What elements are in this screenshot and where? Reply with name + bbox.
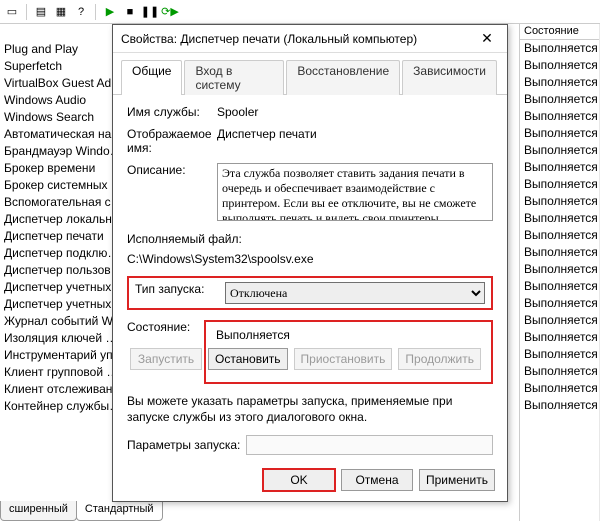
dialog-title: Свойства: Диспетчер печати (Локальный ко… bbox=[121, 32, 475, 46]
service-properties-dialog: Свойства: Диспетчер печати (Локальный ко… bbox=[112, 24, 508, 502]
view-tabs[interactable]: сширенный Стандартный bbox=[0, 501, 162, 521]
state-cell: Выполняется bbox=[520, 142, 599, 159]
divider bbox=[95, 4, 96, 20]
startup-type-select[interactable]: Отключена bbox=[225, 282, 485, 304]
state-cell: Выполняется bbox=[520, 244, 599, 261]
state-column-header[interactable]: Состояние bbox=[520, 24, 599, 40]
tab-logon[interactable]: Вход в систему bbox=[184, 60, 284, 95]
label-startup-type: Тип запуска: bbox=[135, 282, 225, 304]
state-cell: Выполняется bbox=[520, 312, 599, 329]
label-description: Описание: bbox=[127, 163, 217, 224]
state-cell: Выполняется bbox=[520, 295, 599, 312]
state-cell: Выполняется bbox=[520, 74, 599, 91]
tab-recovery[interactable]: Восстановление bbox=[286, 60, 400, 95]
state-cell: Выполняется bbox=[520, 261, 599, 278]
state-cell: Выполняется bbox=[520, 380, 599, 397]
props-icon[interactable]: ▤ bbox=[33, 4, 49, 20]
label-exec-file: Исполняемый файл: bbox=[127, 232, 493, 246]
label-status: Состояние: bbox=[127, 320, 204, 334]
close-icon[interactable]: ✕ bbox=[475, 30, 499, 47]
state-cell: Выполняется bbox=[520, 108, 599, 125]
value-status: Выполняется bbox=[216, 328, 481, 342]
sheet-icon[interactable]: ▭ bbox=[4, 4, 20, 20]
state-cell: Выполняется bbox=[520, 329, 599, 346]
label-display-name: Отображаемое имя: bbox=[127, 127, 217, 155]
tab-extended[interactable]: сширенный bbox=[0, 501, 77, 521]
apply-button[interactable]: Применить bbox=[419, 469, 495, 491]
state-cell: Выполняется bbox=[520, 57, 599, 74]
restart-icon[interactable]: ⟳▶ bbox=[162, 4, 178, 20]
stop-button[interactable]: Остановить bbox=[208, 348, 288, 370]
pause-icon[interactable]: ❚❚ bbox=[142, 4, 158, 20]
state-cell: Выполняется bbox=[520, 159, 599, 176]
state-cell: Выполняется bbox=[520, 227, 599, 244]
tab-standard[interactable]: Стандартный bbox=[76, 501, 163, 521]
stop-icon[interactable]: ■ bbox=[122, 4, 138, 20]
value-exec-file: C:\Windows\System32\spoolsv.exe bbox=[127, 252, 493, 266]
start-button: Запустить bbox=[130, 348, 202, 370]
state-cell: Выполняется bbox=[520, 176, 599, 193]
dialog-tabstrip[interactable]: Общие Вход в систему Восстановление Зави… bbox=[113, 53, 507, 95]
params-hint: Вы можете указать параметры запуска, при… bbox=[127, 394, 493, 425]
play-icon[interactable]: ▶ bbox=[102, 4, 118, 20]
state-column: СостояниеВыполняетсяВыполняетсяВыполняет… bbox=[520, 24, 600, 521]
state-cell: Выполняется bbox=[520, 193, 599, 210]
value-display-name: Диспетчер печати bbox=[217, 127, 493, 155]
value-service-name: Spooler bbox=[217, 105, 493, 119]
main-toolbar: ▭ ▤ ▦ ? ▶ ■ ❚❚ ⟳▶ bbox=[0, 0, 600, 24]
dialog-titlebar[interactable]: Свойства: Диспетчер печати (Локальный ко… bbox=[113, 25, 507, 53]
state-cell: Выполняется bbox=[520, 397, 599, 414]
launch-params-input bbox=[246, 435, 493, 455]
export-icon[interactable]: ▦ bbox=[53, 4, 69, 20]
startup-type-highlight: Тип запуска: Отключена bbox=[127, 276, 493, 310]
state-cell: Выполняется bbox=[520, 125, 599, 142]
description-textarea[interactable]: Эта служба позволяет ставить задания печ… bbox=[217, 163, 493, 221]
label-service-name: Имя службы: bbox=[127, 105, 217, 119]
pause-button: Приостановить bbox=[294, 348, 393, 370]
resume-button: Продолжить bbox=[398, 348, 481, 370]
ok-button[interactable]: OK bbox=[263, 469, 335, 491]
tab-general[interactable]: Общие bbox=[121, 60, 182, 95]
state-cell: Выполняется bbox=[520, 346, 599, 363]
label-launch-params: Параметры запуска: bbox=[127, 438, 240, 452]
state-cell: Выполняется bbox=[520, 40, 599, 57]
divider bbox=[26, 4, 27, 20]
state-cell: Выполняется bbox=[520, 91, 599, 108]
tab-dependencies[interactable]: Зависимости bbox=[402, 60, 497, 95]
state-cell: Выполняется bbox=[520, 210, 599, 227]
state-cell: Выполняется bbox=[520, 363, 599, 380]
cancel-button[interactable]: Отмена bbox=[341, 469, 413, 491]
help-icon[interactable]: ? bbox=[73, 4, 89, 20]
state-cell: Выполняется bbox=[520, 278, 599, 295]
